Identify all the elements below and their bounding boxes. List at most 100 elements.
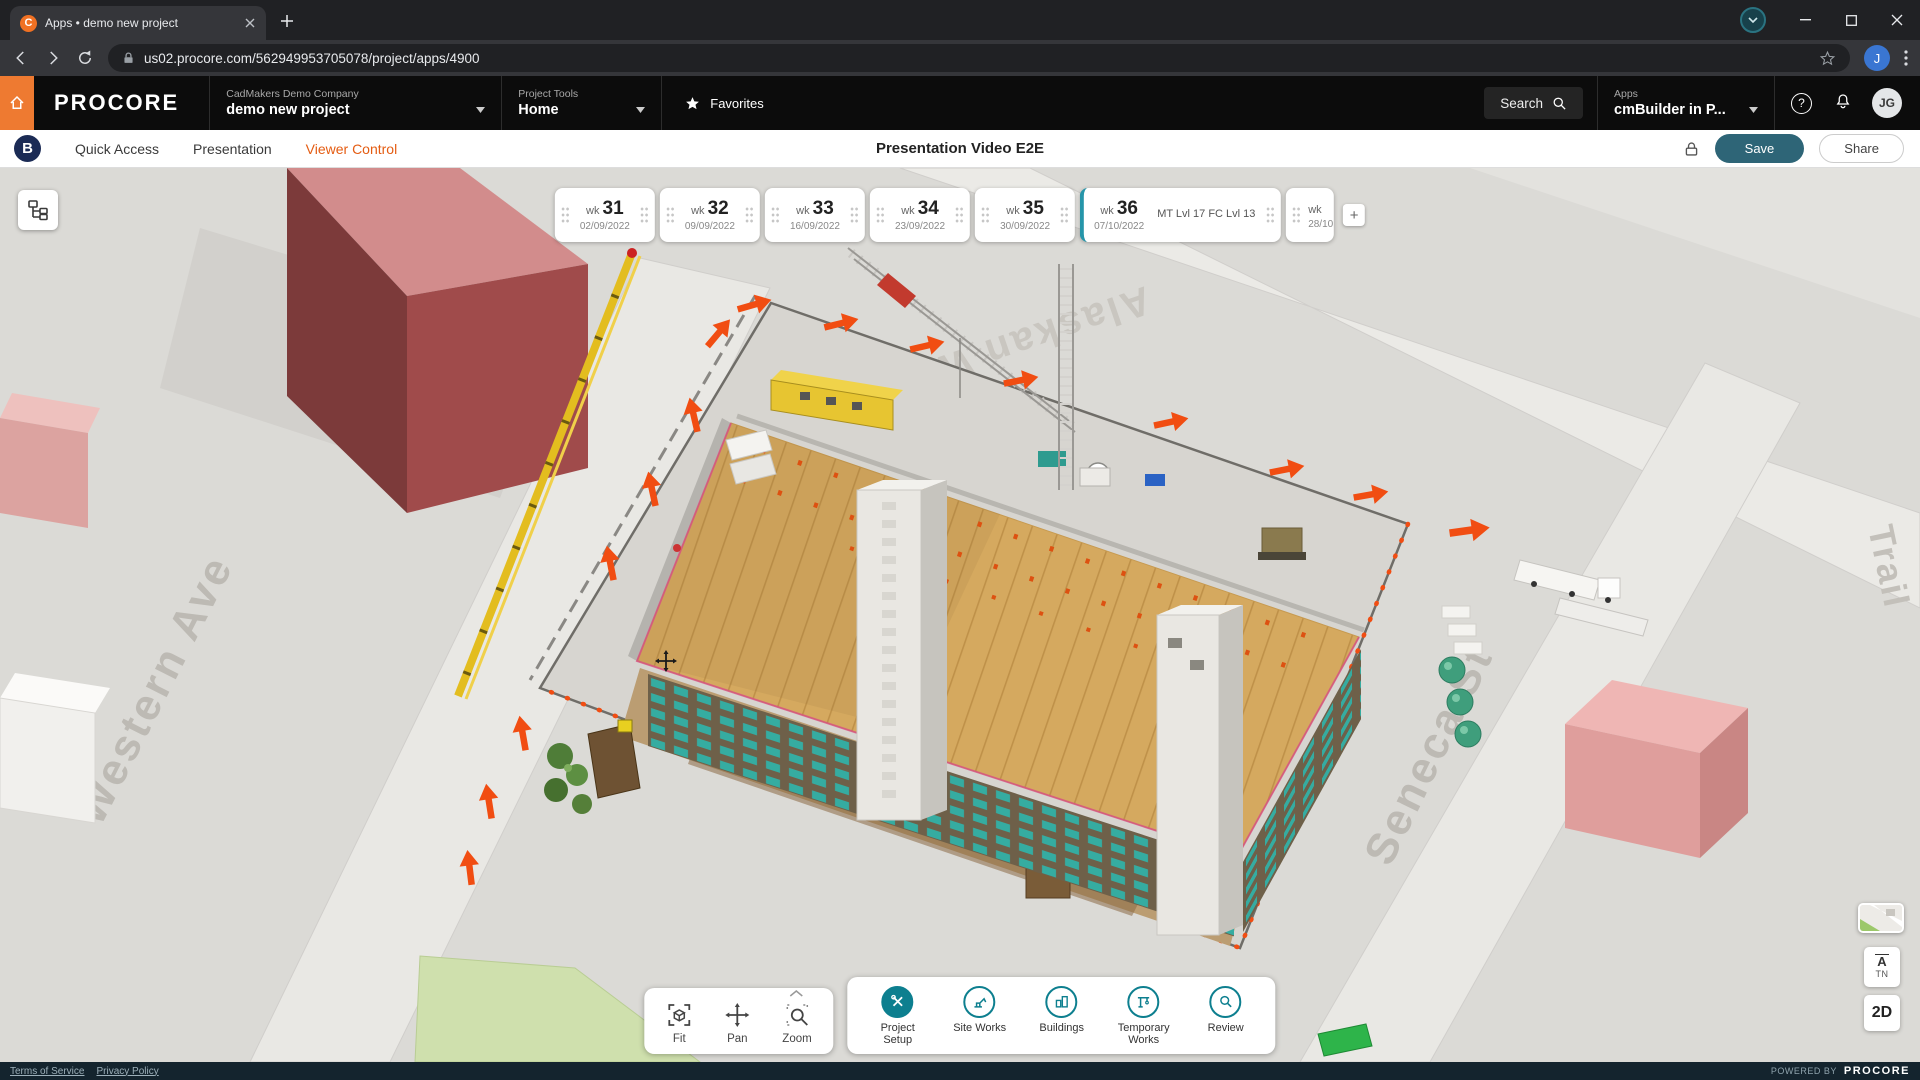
window-minimize-button[interactable]	[1782, 0, 1828, 40]
fit-button[interactable]: Fit	[666, 1002, 692, 1045]
buildings-icon	[1046, 986, 1078, 1018]
procore-footer-logo: PROCORE	[1844, 1065, 1910, 1077]
privacy-link[interactable]: Privacy Policy	[96, 1066, 158, 1077]
drag-handle-icon[interactable]	[850, 206, 859, 224]
drag-handle-icon[interactable]	[561, 206, 570, 224]
drag-handle-icon[interactable]	[771, 206, 780, 224]
buildings-button[interactable]: Buildings	[1030, 986, 1094, 1047]
timeline-week-33[interactable]: wk33 16/09/2022	[765, 188, 865, 242]
temporary-works-button[interactable]: Temporary Works	[1112, 986, 1176, 1047]
window-maximize-button[interactable]	[1828, 0, 1874, 40]
week-prefix: wk	[796, 205, 809, 217]
review-button[interactable]: Review	[1194, 986, 1258, 1047]
browser-tab-bar: C Apps • demo new project	[0, 0, 1920, 40]
search-icon	[1552, 96, 1567, 111]
timeline-week-clipped[interactable]: wk 28/10	[1286, 188, 1334, 242]
toggle-2d-button[interactable]: 2D	[1864, 995, 1900, 1031]
week-prefix: wk	[586, 205, 599, 217]
week-prefix: wk	[1006, 205, 1019, 217]
timeline-week-35[interactable]: wk35 30/09/2022	[975, 188, 1075, 242]
drag-handle-icon[interactable]	[981, 206, 990, 224]
true-north-button[interactable]: A TN	[1864, 947, 1900, 987]
terms-link[interactable]: Terms of Service	[10, 1066, 84, 1077]
zoom-button[interactable]: Zoom	[782, 1002, 811, 1045]
collapse-chevron-icon[interactable]	[790, 990, 804, 997]
apps-selector[interactable]: Apps cmBuilder in P...	[1597, 76, 1775, 130]
user-avatar[interactable]: JG	[1872, 88, 1902, 118]
reload-icon[interactable]	[76, 49, 94, 67]
nav-presentation[interactable]: Presentation	[193, 141, 272, 157]
presentation-title: Presentation Video E2E	[876, 140, 1044, 157]
site-works-button[interactable]: Site Works	[948, 986, 1012, 1047]
pan-button[interactable]: Pan	[724, 1002, 750, 1045]
fit-icon	[666, 1002, 692, 1028]
search-button[interactable]: Search	[1484, 87, 1583, 119]
scene-tree-button[interactable]	[18, 190, 58, 230]
tab-close-icon[interactable]	[244, 17, 256, 29]
new-tab-button[interactable]	[272, 6, 302, 36]
viewer-canvas[interactable]: Western Ave Seneca St Trail Alaskan Way	[0, 168, 1920, 1062]
nav-quick-access[interactable]: Quick Access	[75, 141, 159, 157]
drag-handle-icon[interactable]	[1292, 206, 1301, 224]
browser-tab[interactable]: C Apps • demo new project	[10, 6, 266, 40]
review-label: Review	[1208, 1022, 1244, 1035]
week-date: 02/09/2022	[580, 221, 630, 232]
browser-menu-icon[interactable]	[1904, 50, 1908, 66]
drag-handle-icon[interactable]	[1060, 206, 1069, 224]
drag-handle-icon[interactable]	[876, 206, 885, 224]
chevron-down-icon	[1749, 107, 1758, 113]
week-date: 30/09/2022	[1000, 221, 1050, 232]
add-week-button[interactable]: +	[1343, 204, 1365, 226]
window-controls	[1740, 0, 1920, 40]
home-icon[interactable]	[0, 76, 34, 130]
apps-label: Apps	[1614, 88, 1758, 100]
timeline-week-32[interactable]: wk32 09/09/2022	[660, 188, 760, 242]
nav-viewer-control[interactable]: Viewer Control	[306, 141, 398, 157]
url-field[interactable]: us02.procore.com/562949953705078/project…	[108, 44, 1850, 72]
tools-value: Home	[518, 102, 558, 118]
apps-value: cmBuilder in P...	[1614, 102, 1726, 118]
project-setup-icon	[882, 986, 914, 1018]
mode-tools-card: Project Setup Site Works Buildings Tempo…	[848, 977, 1276, 1054]
favorites-button[interactable]: Favorites	[661, 76, 785, 130]
week-prefix: wk	[901, 205, 914, 217]
help-icon[interactable]: ?	[1791, 93, 1812, 114]
window-close-button[interactable]	[1874, 0, 1920, 40]
minimap-button[interactable]	[1858, 903, 1904, 933]
timeline-week-34[interactable]: wk34 23/09/2022	[870, 188, 970, 242]
forward-icon[interactable]	[44, 49, 62, 67]
drag-handle-icon[interactable]	[745, 206, 754, 224]
bookmark-star-icon[interactable]	[1819, 50, 1836, 67]
week-prefix: wk	[1308, 204, 1321, 216]
procore-logo[interactable]: PROCORE	[54, 90, 179, 116]
lock-icon[interactable]	[1683, 140, 1700, 158]
drag-handle-icon[interactable]	[955, 206, 964, 224]
view-tools-card: Fit Pan Zoom	[644, 988, 833, 1054]
north-a-label: A	[1875, 954, 1888, 969]
save-button[interactable]: Save	[1715, 134, 1805, 163]
project-tools-selector[interactable]: Project Tools Home	[501, 76, 661, 130]
timeline-week-36-active[interactable]: wk36 07/10/2022 MT Lvl 17 FC Lvl 13	[1080, 188, 1281, 242]
viewer-3d-scene[interactable]: Western Ave Seneca St Trail Alaskan Way	[0, 168, 1920, 1062]
fit-label: Fit	[673, 1033, 686, 1045]
drag-handle-icon[interactable]	[640, 206, 649, 224]
app-footer: Terms of Service Privacy Policy POWERED …	[0, 1062, 1920, 1080]
review-icon	[1210, 986, 1242, 1018]
share-button[interactable]: Share	[1819, 134, 1904, 163]
company-project-selector[interactable]: CadMakers Demo Company demo new project	[209, 76, 501, 130]
timeline-week-31[interactable]: wk31 02/09/2022	[555, 188, 655, 242]
project-setup-button[interactable]: Project Setup	[866, 986, 930, 1047]
drag-handle-icon[interactable]	[666, 206, 675, 224]
browser-chevron-icon[interactable]	[1740, 7, 1766, 33]
week-prefix: wk	[691, 205, 704, 217]
milestone-note: MT Lvl 17 FC Lvl 13	[1151, 208, 1263, 222]
back-icon[interactable]	[12, 49, 30, 67]
cmbuilder-logo[interactable]: B	[14, 135, 41, 162]
week-date: 23/09/2022	[895, 221, 945, 232]
search-label: Search	[1500, 96, 1543, 111]
notifications-bell-icon[interactable]	[1834, 92, 1852, 115]
drag-handle-icon[interactable]	[1266, 206, 1275, 224]
browser-profile-avatar[interactable]: J	[1864, 45, 1890, 71]
temporary-works-icon	[1128, 986, 1160, 1018]
powered-by-label: POWERED BY	[1771, 1066, 1837, 1076]
